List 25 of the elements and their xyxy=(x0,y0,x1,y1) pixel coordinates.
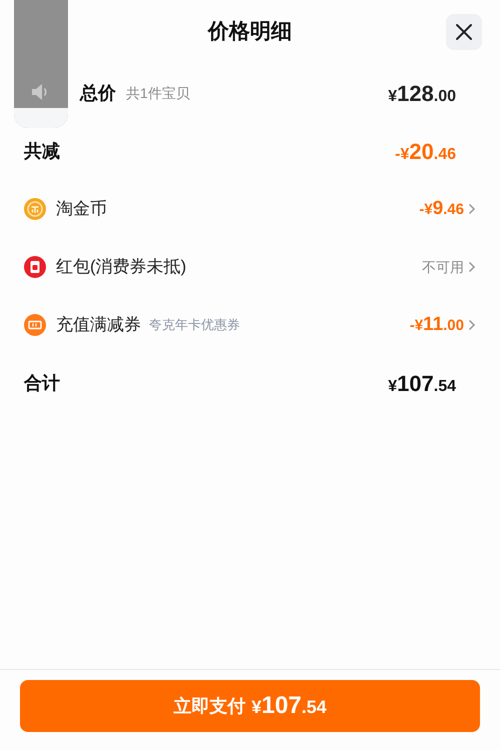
chevron-right-icon xyxy=(468,319,476,331)
row-label: 共减 xyxy=(24,140,61,162)
ticket-icon xyxy=(24,314,46,336)
row-label: 充值满减券 xyxy=(56,314,141,336)
envelope-icon xyxy=(24,256,46,278)
dialog-title: 价格明细 xyxy=(208,19,292,46)
pay-button[interactable]: 立即支付 ¥107.54 xyxy=(20,680,480,732)
row-label: 合计 xyxy=(24,372,61,394)
price-amount: ¥128.00 xyxy=(388,80,456,108)
total-amount: ¥107.54 xyxy=(388,370,456,398)
discount-amount: -¥20.46 xyxy=(395,138,456,166)
close-icon xyxy=(455,23,473,41)
discount-link[interactable]: -¥11.00 xyxy=(410,310,476,340)
row-label: 淘金币 xyxy=(56,198,107,220)
discount-link[interactable]: -¥9.46 xyxy=(419,194,476,224)
volume-slider[interactable] xyxy=(14,0,68,128)
row-label: 总价 xyxy=(80,82,116,104)
close-button[interactable] xyxy=(446,14,482,50)
discount-link[interactable]: 不可用 xyxy=(422,256,476,278)
chevron-right-icon xyxy=(468,203,476,215)
row-label: 红包(消费券未抵) xyxy=(56,256,186,278)
coin-icon xyxy=(24,198,46,220)
item-count: 共1件宝贝 xyxy=(126,84,190,102)
chevron-right-icon xyxy=(468,261,476,273)
coupon-name: 夸克年卡优惠券 xyxy=(149,316,240,334)
